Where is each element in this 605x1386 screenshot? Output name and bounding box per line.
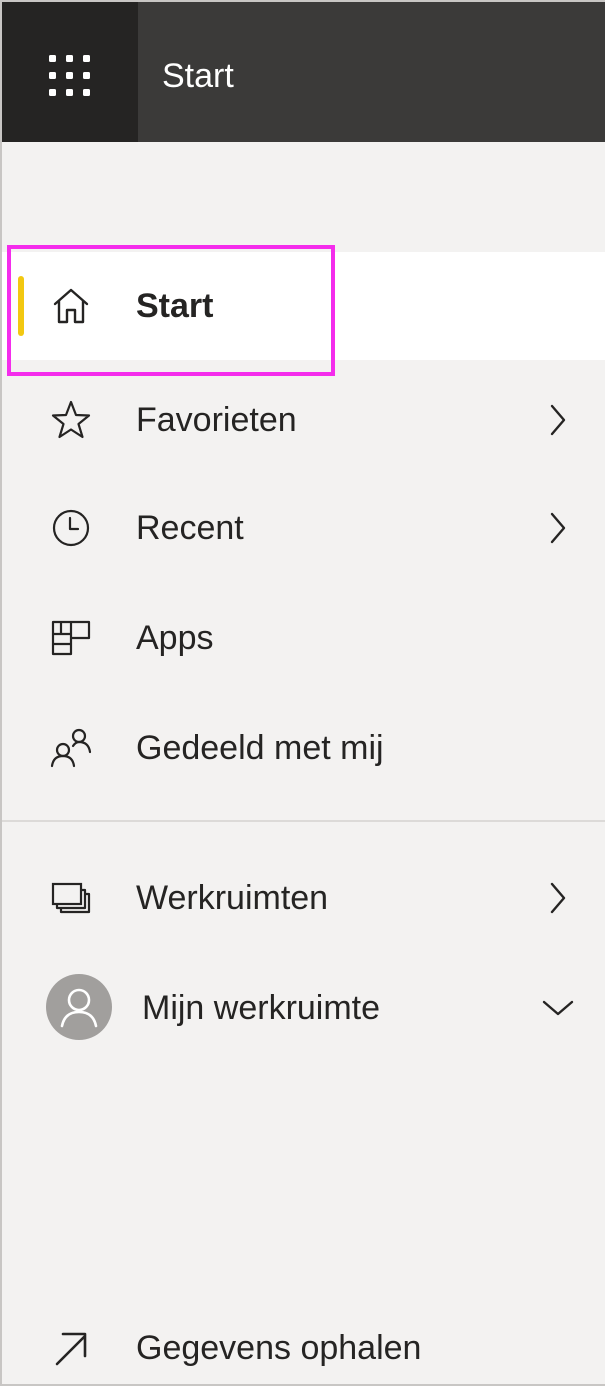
section-divider [2,820,605,822]
top-bar: Start [2,2,605,142]
shared-people-icon [47,724,95,772]
app-launcher-button[interactable] [2,2,138,142]
chevron-right-icon[interactable] [542,876,572,920]
nav-item-recent[interactable]: Recent [2,474,605,582]
arrow-up-right-icon [47,1324,95,1372]
navigation-pane: Start Start Favorieten Recent Apps Gedee… [0,0,605,1386]
chevron-right-icon[interactable] [542,398,572,442]
nav-item-label: Mijn werkruimte [142,989,381,1027]
nav-item-label: Favorieten [136,401,297,439]
chevron-down-icon[interactable] [538,986,578,1030]
nav-item-label: Gegevens ophalen [136,1329,422,1367]
home-icon [47,282,95,330]
nav-item-favorieten[interactable]: Favorieten [2,366,605,474]
page-title: Start [162,57,234,95]
nav-item-label: Start [136,287,214,325]
selected-indicator [18,276,24,336]
avatar-icon [46,974,112,1040]
nav-item-werkruimten[interactable]: Werkruimten [2,844,605,952]
apps-icon [47,614,95,662]
nav-item-label: Gedeeld met mij [136,729,384,767]
clock-icon [47,504,95,552]
workspaces-icon [47,874,95,922]
nav-item-mijn-werkruimte[interactable]: Mijn werkruimte [2,954,605,1062]
get-data-button[interactable]: Gegevens ophalen [2,1294,605,1384]
chevron-right-icon[interactable] [542,506,572,550]
nav-item-gedeeld-met-mij[interactable]: Gedeeld met mij [2,694,605,802]
nav-item-start[interactable]: Start [2,252,605,360]
nav-item-label: Apps [136,619,214,657]
nav-item-label: Recent [136,509,244,547]
star-icon [47,396,95,444]
nav-item-apps[interactable]: Apps [2,584,605,692]
nav-item-label: Werkruimten [136,879,329,917]
